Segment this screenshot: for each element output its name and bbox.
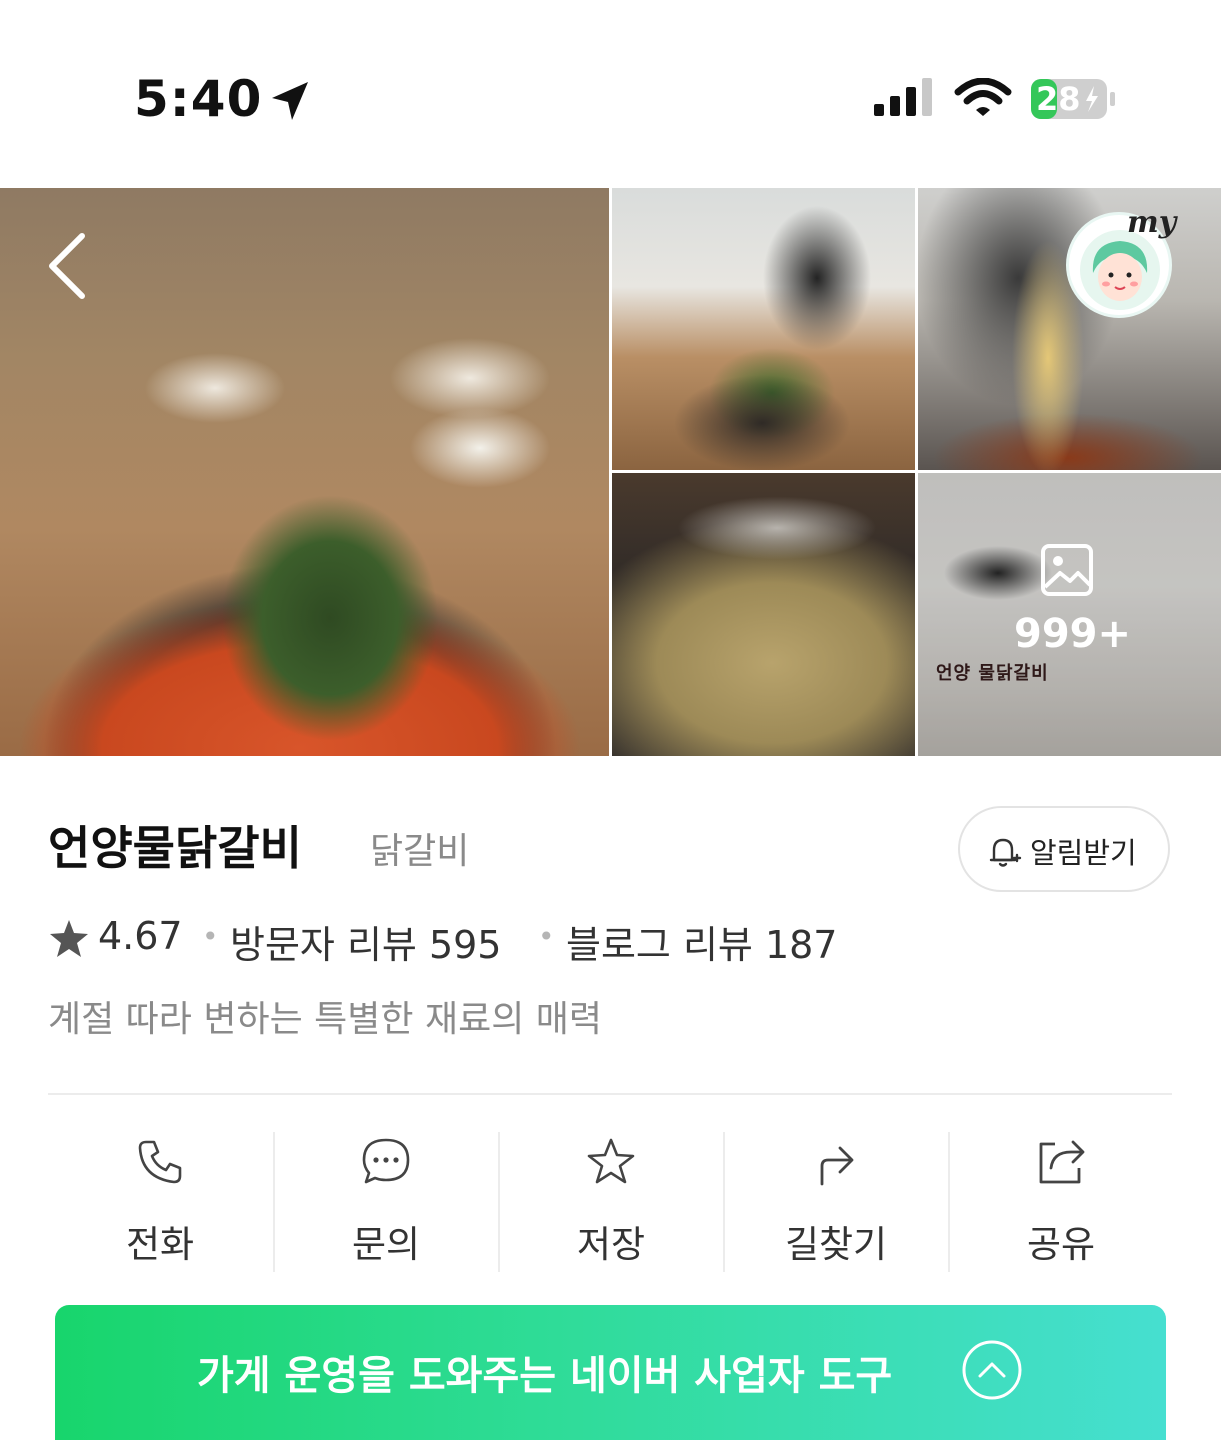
photo-thumbnail[interactable] bbox=[612, 188, 915, 470]
call-button[interactable]: 전화 bbox=[48, 1132, 272, 1272]
action-label: 공유 bbox=[1026, 1223, 1096, 1266]
photo-gallery: 언양 물닭갈비 999+ bbox=[0, 188, 1221, 756]
review-stats: 4.67 • 방문자 리뷰 595 • 블로그 리뷰 187 bbox=[48, 914, 1178, 968]
inquiry-button[interactable]: 문의 bbox=[274, 1132, 498, 1272]
banner-label: 가게 운영을 도와주는 네이버 사업자 도구 bbox=[197, 1353, 893, 1399]
action-label: 전화 bbox=[125, 1223, 195, 1266]
rating-value: 4.67 bbox=[98, 914, 183, 958]
action-bar: 전화 문의 저장 길찾기 공유 bbox=[48, 1132, 1172, 1272]
chevron-up-icon[interactable] bbox=[961, 1339, 1023, 1401]
wifi-icon bbox=[954, 78, 1012, 116]
status-bar: 5:40 28 bbox=[0, 0, 1221, 188]
battery-percent: 28 bbox=[1036, 80, 1081, 118]
separator-dot: • bbox=[202, 920, 219, 953]
cellular-signal-icon bbox=[874, 78, 932, 116]
separator-dot: • bbox=[538, 920, 555, 953]
action-label: 길찾기 bbox=[784, 1223, 888, 1266]
my-profile-button[interactable]: my bbox=[1066, 205, 1176, 318]
notification-label: 알림받기 bbox=[1030, 836, 1137, 870]
place-tagline: 계절 따라 변하는 특별한 재료의 매력 bbox=[48, 999, 603, 1040]
photo-more-thumbnail[interactable]: 언양 물닭갈비 999+ bbox=[918, 473, 1221, 756]
action-label: 저장 bbox=[576, 1223, 646, 1266]
place-name: 언양물닭갈비 bbox=[48, 821, 302, 875]
directions-icon bbox=[820, 1146, 854, 1186]
phone-icon bbox=[138, 1140, 182, 1184]
place-category: 닭갈비 bbox=[370, 831, 470, 872]
directions-button[interactable]: 길찾기 bbox=[724, 1132, 948, 1272]
my-label-icon: my bbox=[1127, 205, 1177, 240]
business-tools-banner[interactable]: 가게 운영을 도와주는 네이버 사업자 도구 bbox=[55, 1305, 1166, 1440]
star-icon bbox=[587, 1138, 635, 1184]
photo-thumbnail[interactable] bbox=[612, 473, 915, 756]
avatar-icon bbox=[1080, 230, 1160, 310]
star-rating-icon bbox=[50, 920, 88, 957]
share-button[interactable]: 공유 bbox=[949, 1132, 1173, 1272]
location-arrow-icon bbox=[272, 82, 308, 120]
visitor-reviews-link[interactable]: 방문자 리뷰 595 bbox=[230, 914, 502, 969]
bell-plus-icon bbox=[989, 838, 1022, 867]
notification-button[interactable]: 알림받기 bbox=[958, 806, 1170, 892]
save-button[interactable]: 저장 bbox=[499, 1132, 723, 1272]
status-time: 5:40 bbox=[134, 70, 263, 128]
photo-count: 999+ bbox=[1014, 611, 1132, 657]
action-label: 문의 bbox=[351, 1223, 421, 1266]
image-icon bbox=[1041, 544, 1093, 596]
share-icon bbox=[1039, 1140, 1085, 1184]
chat-icon bbox=[362, 1138, 410, 1184]
divider bbox=[48, 1093, 1172, 1095]
blog-reviews-link[interactable]: 블로그 리뷰 187 bbox=[566, 914, 838, 969]
place-header: 언양물닭갈비 닭갈비 알림받기 bbox=[48, 806, 1178, 892]
back-chevron-icon[interactable] bbox=[38, 230, 94, 300]
battery-indicator: 28 bbox=[1030, 78, 1116, 120]
